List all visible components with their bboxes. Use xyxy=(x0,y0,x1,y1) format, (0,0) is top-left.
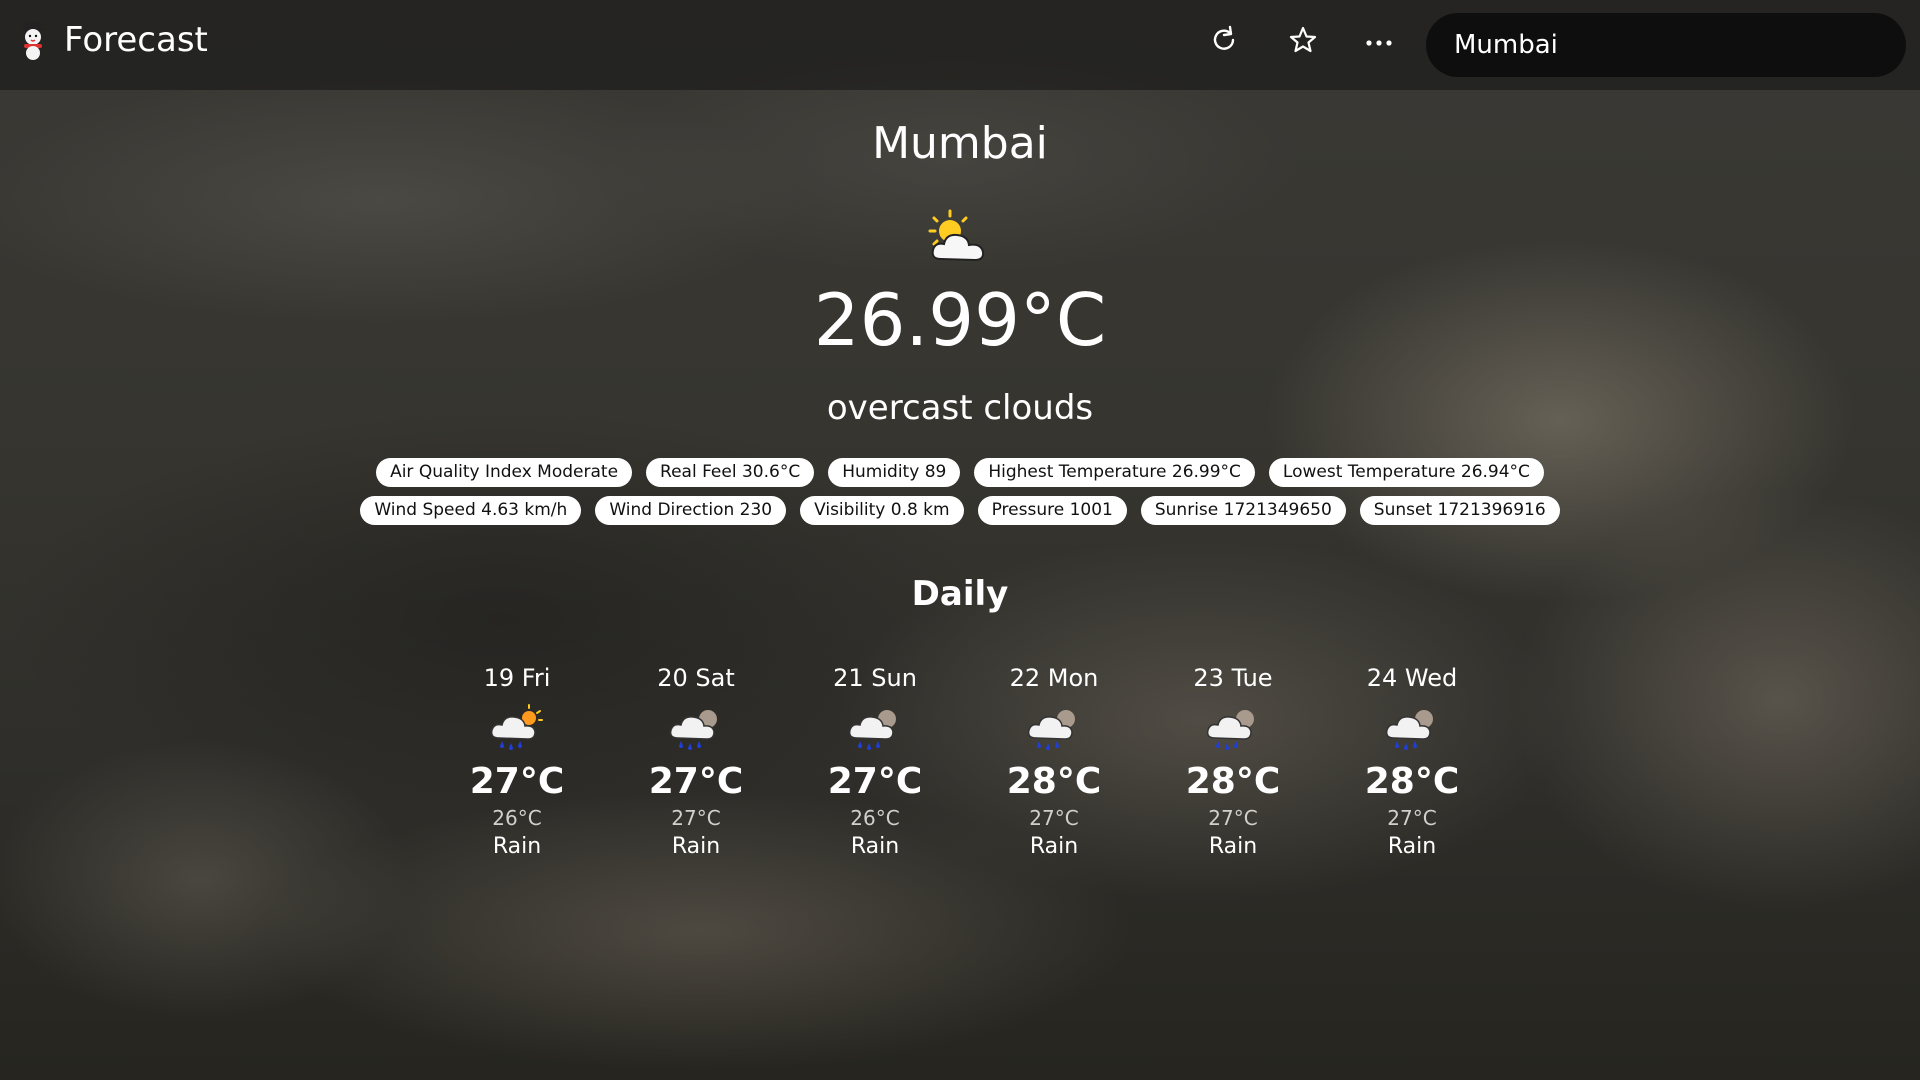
brand[interactable]: Forecast xyxy=(18,18,208,62)
day-high-temp: 27°C xyxy=(648,761,744,802)
detail-pressure: Pressure 1001 xyxy=(977,496,1127,525)
detail-wind-speed: Wind Speed 4.63 km/h xyxy=(360,496,582,525)
detail-lowest-temperature: Lowest Temperature 26.94°C xyxy=(1268,458,1544,487)
rain-moon-icon xyxy=(1206,710,1254,750)
detail-highest-temperature: Highest Temperature 26.99°C xyxy=(974,458,1255,487)
day-condition: Rain xyxy=(1208,834,1258,859)
day-card: 20 Sat 27°C 27°C Rain xyxy=(621,660,771,862)
more-options-button[interactable] xyxy=(1357,20,1401,64)
day-label: 23 Tue xyxy=(1193,664,1273,692)
daily-section-title: Daily xyxy=(911,574,1009,614)
day-low-temp: 27°C xyxy=(1029,806,1079,830)
day-low-temp: 26°C xyxy=(492,806,542,830)
day-high-temp: 27°C xyxy=(469,761,565,802)
favorite-button[interactable] xyxy=(1281,20,1325,64)
day-condition: Rain xyxy=(1029,834,1079,859)
day-label: 24 Wed xyxy=(1366,664,1458,692)
day-low-temp: 26°C xyxy=(850,806,900,830)
city-name: Mumbai xyxy=(872,118,1048,169)
day-card: 19 Fri 27°C 26°C Rain xyxy=(442,660,592,862)
current-temperature: 26.99°C xyxy=(813,278,1107,362)
day-label: 19 Fri xyxy=(483,664,551,692)
day-condition: Rain xyxy=(850,834,900,859)
day-high-temp: 28°C xyxy=(1364,761,1460,802)
weather-description: overcast clouds xyxy=(826,388,1094,428)
day-low-temp: 27°C xyxy=(1387,806,1437,830)
detail-real-feel: Real Feel 30.6°C xyxy=(646,458,815,487)
top-bar: Forecast xyxy=(0,0,1920,90)
detail-wind-direction: Wind Direction 230 xyxy=(595,496,787,525)
day-condition: Rain xyxy=(671,834,721,859)
detail-sunset: Sunset 1721396916 xyxy=(1359,496,1560,525)
detail-sunrise: Sunrise 1721349650 xyxy=(1140,496,1346,525)
rain-moon-icon xyxy=(1385,710,1433,750)
day-condition: Rain xyxy=(1387,834,1437,859)
day-condition: Rain xyxy=(492,834,542,859)
more-icon xyxy=(1364,33,1394,52)
day-label: 20 Sat xyxy=(657,664,735,692)
day-card: 22 Mon 28°C 27°C Rain xyxy=(979,660,1129,862)
weather-details: Air Quality Index Moderate Real Feel 30.… xyxy=(340,458,1580,525)
rain-sun-icon xyxy=(490,704,543,750)
daily-forecast: 19 Fri 27°C 26°C Rain 20 Sat 27°C 27°C R… xyxy=(442,660,1522,880)
refresh-button[interactable] xyxy=(1202,20,1246,64)
rain-moon-icon xyxy=(848,710,896,750)
search-input[interactable] xyxy=(1426,13,1906,77)
app-title: Forecast xyxy=(64,20,208,60)
day-card: 23 Tue 28°C 27°C Rain xyxy=(1158,660,1308,862)
day-label: 21 Sun xyxy=(833,664,917,692)
day-low-temp: 27°C xyxy=(671,806,721,830)
day-low-temp: 27°C xyxy=(1208,806,1258,830)
detail-visibility: Visibility 0.8 km xyxy=(800,496,964,525)
star-icon xyxy=(1288,25,1318,59)
day-high-temp: 27°C xyxy=(827,761,923,802)
refresh-icon xyxy=(1208,24,1240,60)
day-high-temp: 28°C xyxy=(1185,761,1281,802)
rain-moon-icon xyxy=(1027,710,1075,750)
rain-moon-icon xyxy=(669,710,717,750)
day-card: 24 Wed 28°C 27°C Rain xyxy=(1337,660,1487,862)
sun-behind-cloud-icon xyxy=(925,207,995,267)
day-label: 22 Mon xyxy=(1009,664,1099,692)
snowman-icon xyxy=(18,20,48,60)
day-high-temp: 28°C xyxy=(1006,761,1102,802)
day-card: 21 Sun 27°C 26°C Rain xyxy=(800,660,950,862)
detail-humidity: Humidity 89 xyxy=(828,458,961,487)
detail-air-quality: Air Quality Index Moderate xyxy=(376,458,633,487)
